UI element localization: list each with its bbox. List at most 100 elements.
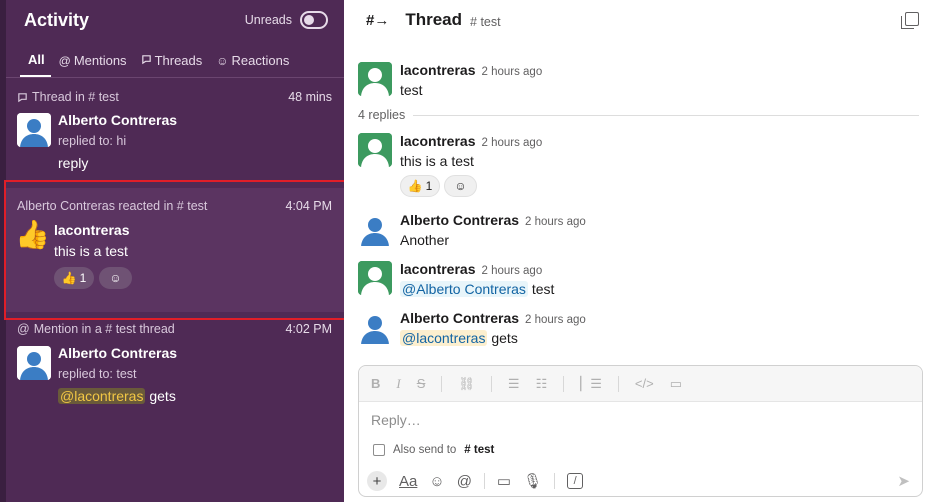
message-author[interactable]: lacontreras [400,62,475,78]
message-author-line: Alberto Contreras 2 hours ago [400,310,586,326]
thread-panel: #→ Thread # test lacontreras 2 hours ago … [344,0,929,502]
code-icon[interactable]: </> [635,376,654,391]
activity-item-subtitle: replied to: hi [58,134,127,148]
avatar[interactable] [358,62,392,96]
activity-item-time: 48 mins [288,90,332,104]
thread-hash-icon: #→ [366,11,390,29]
activity-item-message: @lacontreras gets [58,388,176,404]
toolbar-divider [490,375,492,392]
activity-item-meta: @ Mention in a # test thread [17,322,175,336]
blockquote-icon[interactable]: ▏☰ [580,376,602,392]
message-time[interactable]: 2 hours ago [481,265,542,277]
activity-item-context: Thread in # test [32,90,119,104]
divider-line [413,114,919,116]
avatar[interactable] [358,133,392,167]
avatar[interactable] [358,310,392,344]
message-time[interactable]: 2 hours ago [525,314,586,326]
activity-item-author[interactable]: Alberto Contreras [58,345,177,361]
formatting-toolbar: B I S ⛓ ☰ ☷ ▏☰ </> ▭ [359,366,922,402]
message-author[interactable]: lacontreras [400,261,475,277]
tab-mentions-label: Mentions [73,53,127,68]
strikethrough-icon[interactable]: S [417,376,426,391]
message-time[interactable]: 2 hours ago [481,66,542,78]
also-send-option[interactable]: Also send to # test [373,444,494,456]
toolbar-divider [554,473,556,489]
tab-mentions[interactable]: @ Mentions [51,48,133,77]
message-author-line: lacontreras 2 hours ago [400,133,542,149]
message-text-tail: test [527,281,555,297]
popout-icon[interactable] [901,12,919,29]
replies-count: 4 replies [358,108,406,122]
reply-composer: B I S ⛓ ☰ ☷ ▏☰ </> ▭ Reply… Also send to… [358,365,923,497]
tabs-divider [6,77,344,78]
reaction-pill[interactable]: 👍 1 [400,175,440,197]
tab-reactions-label: Reactions [231,53,290,68]
tab-all-label: All [28,52,45,67]
user-mention[interactable]: @lacontreras [400,330,488,346]
unreads-label: Unreads [244,13,292,27]
video-icon[interactable]: ▭ [497,472,511,490]
activity-item-meta: Thread in # test [17,90,119,104]
avatar[interactable] [17,113,51,147]
activity-item[interactable]: @ Mention in a # test thread 4:02 PM Alb… [6,322,344,422]
message-time[interactable]: 2 hours ago [525,216,586,228]
message-text: gets [145,388,176,404]
selection-highlight-box [4,180,349,320]
unreads-toggle[interactable] [300,11,328,29]
tab-threads-label: Threads [154,53,203,68]
formatting-toggle-icon[interactable]: Aa [399,473,417,490]
replies-divider: 4 replies [358,108,919,122]
italic-icon[interactable]: I [396,376,400,392]
tab-reactions[interactable]: ☺ Reactions [208,48,295,77]
thumbs-up-icon: 👍 [407,179,423,193]
user-mention[interactable]: @lacontreras [58,388,146,404]
bold-icon[interactable]: B [371,376,380,391]
avatar[interactable] [358,261,392,295]
numbered-list-icon[interactable]: ☰ [508,376,520,392]
activity-item-author[interactable]: Alberto Contreras [58,112,177,128]
message-author-line: lacontreras 2 hours ago [400,62,542,78]
message-text-tail: gets [487,330,518,346]
smiley-icon: ☺ [216,53,229,68]
reaction-count: 1 [425,179,433,193]
also-send-checkbox[interactable] [373,444,385,456]
unreads-toggle-group[interactable]: Unreads [245,11,328,29]
message-text: @Alberto Contreras test [400,281,554,297]
activity-title: Activity [24,10,90,30]
mention-icon[interactable]: @ [457,473,472,490]
activity-item-time: 4:02 PM [285,322,332,336]
activity-item[interactable]: Thread in # test 48 mins Alberto Contrer… [6,90,344,182]
message-author[interactable]: Alberto Contreras [400,310,519,326]
code-block-icon[interactable]: ▭ [670,376,682,392]
activity-panel: Activity Unreads All @ Mentions Threads … [0,0,349,502]
composer-actions: + Aa ☺ @ ▭ 🎙 / ➤ [367,470,910,492]
plus-icon[interactable]: + [367,471,387,491]
tab-threads[interactable]: Threads [133,48,209,77]
send-icon[interactable]: ➤ [897,472,910,490]
message-text: @lacontreras gets [400,330,518,346]
slash-command-icon[interactable]: / [567,473,584,489]
emoji-icon[interactable]: ☺ [429,473,444,490]
at-sign-icon: @ [58,53,71,68]
message-text: Another [400,232,450,248]
avatar[interactable] [358,212,392,246]
message-author[interactable]: lacontreras [400,133,475,149]
thread-title: Thread [405,10,463,29]
tab-all[interactable]: All [20,48,51,77]
toolbar-divider [483,473,485,489]
bulleted-list-icon[interactable]: ☷ [536,376,548,392]
message-author[interactable]: Alberto Contreras [400,212,519,228]
message-time[interactable]: 2 hours ago [481,137,542,149]
also-send-channel: # test [464,444,495,456]
microphone-icon[interactable]: 🎙 [523,472,542,490]
avatar[interactable] [17,346,51,380]
thread-channel-link[interactable]: # test [470,15,501,29]
add-reaction-button[interactable]: ☺ [444,175,477,197]
message-text: this is a test [400,153,474,169]
reply-input[interactable]: Reply… [371,412,421,428]
link-icon[interactable]: ⛓ [458,376,475,392]
activity-item-message: reply [58,155,89,171]
activity-tabs: All @ Mentions Threads ☺ Reactions [20,48,295,77]
toolbar-divider [441,375,443,392]
user-mention[interactable]: @Alberto Contreras [400,281,528,297]
